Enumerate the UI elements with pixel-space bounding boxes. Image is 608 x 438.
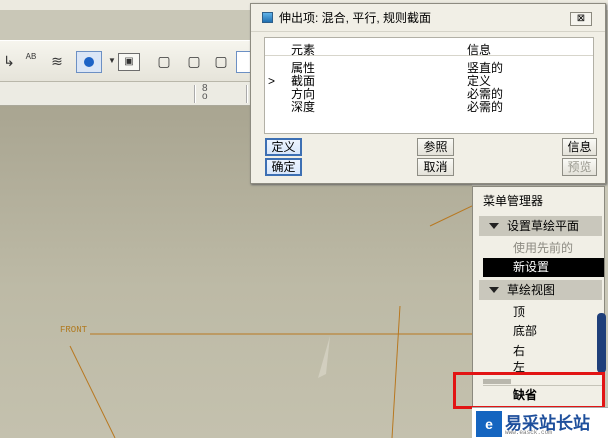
menu-item-top[interactable]: 顶 bbox=[483, 303, 604, 322]
dialog-title: 伸出项: 混合, 平行, 规则截面 bbox=[279, 11, 432, 25]
table-header: 元素 信息 bbox=[265, 38, 593, 57]
front-datum-label: FRONT bbox=[60, 325, 88, 335]
toolbar-separator-2 bbox=[246, 85, 248, 103]
save-view-icon[interactable]: ▣ bbox=[118, 53, 140, 71]
sketch-tool-icon[interactable]: ↳ bbox=[0, 53, 18, 71]
spin-center-icon[interactable]: 8o bbox=[202, 84, 210, 102]
dialog-titlebar: 伸出项: 混合, 平行, 规则截面 bbox=[251, 4, 605, 32]
row-info: 必需的 bbox=[467, 100, 504, 114]
row-element: 深度 bbox=[291, 100, 316, 114]
toolbar-separator bbox=[194, 85, 196, 103]
info-button[interactable]: 信息 bbox=[562, 138, 597, 156]
watermark-subtext: www.easck.com bbox=[505, 429, 552, 436]
view-box-2-icon[interactable]: ▢ bbox=[185, 53, 203, 71]
dialog-window-icon bbox=[262, 12, 273, 23]
menu-item-bottom[interactable]: 底部 bbox=[483, 322, 604, 341]
column-header-info: 信息 bbox=[467, 43, 492, 57]
collapse-triangle-icon bbox=[489, 287, 499, 293]
logo-icon: e bbox=[476, 411, 502, 437]
section-header-sketch-view[interactable]: 草绘视图 bbox=[479, 280, 602, 300]
feature-dialog: 伸出项: 混合, 平行, 规则截面 ⊠ 元素 信息 属性 竖直的 > 截面 定义… bbox=[250, 3, 606, 184]
highlight-box bbox=[453, 372, 605, 409]
menu-manager-title: 菜单管理器 bbox=[483, 194, 544, 208]
layers-icon[interactable]: ≋ bbox=[48, 53, 66, 71]
menu-item-use-previous: 使用先前的 bbox=[513, 241, 574, 255]
preview-button: 预览 bbox=[562, 158, 597, 176]
row-marker: > bbox=[268, 74, 276, 88]
close-button[interactable]: ⊠ bbox=[570, 12, 592, 26]
menu-item-right[interactable]: 右 bbox=[483, 342, 604, 361]
define-button[interactable]: 定义 bbox=[265, 138, 302, 156]
annotation-tool-icon[interactable]: AB bbox=[22, 52, 40, 70]
table-row[interactable]: 深度 必需的 bbox=[265, 101, 593, 114]
view-box-1-icon[interactable]: ▢ bbox=[155, 53, 173, 71]
section-header-label: 草绘视图 bbox=[507, 283, 556, 297]
appearance-ball-icon[interactable] bbox=[76, 51, 102, 73]
cancel-button[interactable]: 取消 bbox=[417, 158, 454, 176]
secondary-toolbar: 8o bbox=[0, 82, 260, 106]
section-header-label: 设置草绘平面 bbox=[507, 219, 580, 233]
watermark-logo: e 易采站长站 www.easck.com bbox=[472, 407, 608, 438]
collapse-triangle-icon bbox=[489, 223, 499, 229]
section-header-setup-sketch-plane[interactable]: 设置草绘平面 bbox=[479, 216, 602, 236]
elements-table: 元素 信息 属性 竖直的 > 截面 定义 方向 必需的 深度 必需的 bbox=[264, 37, 594, 134]
ok-button[interactable]: 确定 bbox=[265, 158, 302, 176]
reference-button[interactable]: 参照 bbox=[417, 138, 454, 156]
menu-item-new-setup[interactable]: 新设置 bbox=[483, 258, 604, 277]
scrollbar-thumb[interactable] bbox=[597, 313, 606, 373]
annotation-label: AB bbox=[25, 52, 37, 61]
main-toolbar: ↳ AB ≋ ▼ ▣ ▢ ▢ ▢ bbox=[0, 40, 260, 82]
column-header-element: 元素 bbox=[291, 43, 316, 57]
view-box-3-icon[interactable]: ▢ bbox=[212, 53, 230, 71]
